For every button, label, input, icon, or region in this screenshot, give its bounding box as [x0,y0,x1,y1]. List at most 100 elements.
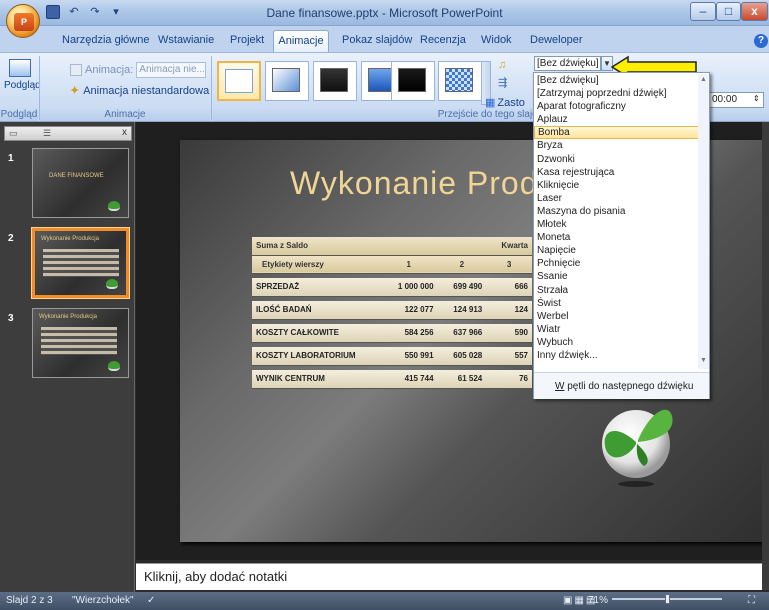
table-cell: 590 [486,324,532,343]
status-theme: "Wierzchołek" [72,595,134,606]
sound-option[interactable]: Bryza [534,139,699,152]
pivot-table[interactable]: Suma z Saldo Kwarta Etykiety wierszy 1 2… [252,237,532,389]
custom-animation-button[interactable]: ✦ Animacja niestandardowa [70,84,210,98]
tab-insert[interactable]: Wstawianie [158,34,214,46]
tab-home[interactable]: Narzędzia główne [62,34,149,46]
table-cell [380,237,438,256]
tab-design[interactable]: Projekt [230,34,264,46]
scroll-up-icon[interactable]: ▲ [700,76,707,83]
vertical-scrollbar[interactable] [762,122,769,590]
sound-option[interactable]: Napięcie [534,244,699,257]
preview-icon [9,59,31,77]
tab-developer[interactable]: Deweloper [530,34,583,46]
transition-fade-black-thumb[interactable] [313,61,357,101]
animation-row: Animacja: Animacja nie... [70,62,207,78]
sound-option[interactable]: Bomba [534,126,699,140]
table-cell: 3 [486,255,532,274]
table-cell: KOSZTY LABORATORIUM [252,347,380,366]
sound-option[interactable]: Aplauz [534,113,699,126]
sound-option[interactable]: Laser [534,192,699,205]
butterfly-icon [108,201,120,211]
table-cell: 605 028 [437,347,487,366]
undo-icon[interactable]: ↶ [67,5,81,19]
office-button[interactable]: P [6,4,40,38]
maximize-button[interactable]: □ [716,2,741,21]
table-cell: 61 524 [437,370,487,389]
tab-view[interactable]: Widok [481,34,512,46]
loop-until-next-sound-option[interactable]: W pętli do następnego dźwięku [538,378,694,394]
slide-thumb-table [43,249,119,277]
sound-option[interactable]: Wiatr [534,323,699,336]
sound-option[interactable]: Maszyna do pisania [534,205,699,218]
sound-option[interactable]: Kliknięcie [534,179,699,192]
slides-tab-icon[interactable]: ▭ [9,128,18,139]
transition-dissolve-thumb[interactable] [438,61,482,101]
custom-animation-label: Animacja niestandardowa [83,84,210,97]
zoom-level[interactable]: 71% [588,595,608,606]
table-cell [437,237,487,256]
save-icon[interactable] [46,5,60,19]
sound-option[interactable]: [Zatrzymaj poprzedni dźwięk] [534,87,699,100]
table-cell: 1 000 000 [380,278,438,297]
slide-title[interactable]: Wykonanie Prod [290,165,539,202]
sound-option[interactable]: Dzwonki [534,153,699,166]
help-icon[interactable]: ? [754,34,768,48]
preview-button[interactable]: Podgląd [4,57,41,107]
tab-slideshow[interactable]: Pokaz slajdów [342,34,412,46]
tab-animations[interactable]: Animacje [273,30,329,54]
sound-option[interactable]: Moneta [534,231,699,244]
table-cell: WYNIK CENTRUM [252,370,380,389]
slide-thumb-title: Wykonanie Produkcja [39,314,97,320]
table-header-row: Suma z Saldo Kwarta [252,237,532,256]
outline-tab-icon[interactable]: ☰ [43,128,51,139]
close-button[interactable]: x [741,2,768,21]
sound-option[interactable]: Inny dźwięk... [534,349,699,362]
fit-slide-icon[interactable]: ⛶ [748,595,755,606]
slide-thumb-table [41,327,117,355]
sound-option[interactable]: Kasa rejestrująca [534,166,699,179]
animation-icon [70,64,82,76]
minimize-button[interactable]: – [690,2,716,21]
sound-option[interactable]: Świst [534,297,699,310]
table-row: SPRZEDAŻ 1 000 000 699 490 666 [252,278,532,297]
sound-dropdown-list[interactable]: [Bez dźwięku] [Zatrzymaj poprzedni dźwięk… [533,72,710,399]
sound-option[interactable]: Aparat fotograficzny [534,100,699,113]
table-row: ILOŚĆ BADAŃ 122 077 124 913 124 [252,301,532,320]
redo-icon[interactable]: ↷ [88,5,102,19]
butterfly-logo-icon [602,409,673,487]
status-bar: Slajd 2 z 3 "Wierzchołek" ✓ ▣▦▤ 71% ⛶ [0,592,769,610]
transition-none-thumb[interactable] [217,61,261,101]
sound-option[interactable]: Strzała [534,284,699,297]
transition-fade-thumb[interactable] [265,61,309,101]
spellcheck-icon[interactable]: ✓ [147,595,155,606]
slide-thumb-title: Wykonanie Produkcja [41,236,99,242]
slide-number: 3 [8,313,14,324]
table-cell: 557 [486,347,532,366]
zoom-slider-thumb[interactable] [665,594,670,604]
sound-option[interactable]: Młotek [534,218,699,231]
sound-option[interactable]: Werbel [534,310,699,323]
spinner-icon[interactable]: ⇕ [753,94,760,103]
group-label-preview: Podgląd [0,109,38,121]
customize-qat-icon[interactable]: ▾ [109,5,123,19]
slide-thumbnail-1[interactable]: DANE FINANSOWE [32,148,129,218]
scroll-down-icon[interactable]: ▼ [700,357,707,364]
sound-option[interactable]: Ssanie [534,270,699,283]
dropdown-scrollbar[interactable]: ▲ ▼ [698,74,709,369]
apply-to-all-button[interactable]: ▦ Zasto [485,96,525,110]
table-cell: Kwarta [486,237,532,256]
tab-review[interactable]: Recenzja [420,34,466,46]
sound-option[interactable]: Pchnięcie [534,257,699,270]
transition-sound-select[interactable]: [Bez dźwięku] [534,56,601,71]
close-pane-icon[interactable]: x [122,127,127,138]
slide-number: 1 [8,153,14,164]
slide-number: 2 [8,233,14,244]
transition-cut-black-thumb[interactable] [391,61,435,101]
slide-thumbnail-3[interactable]: Wykonanie Produkcja [32,308,129,378]
animation-select[interactable]: Animacja nie... [136,62,207,78]
slide-thumbnail-2[interactable]: Wykonanie Produkcja [32,228,129,298]
table-cell: 76 [486,370,532,389]
sound-option[interactable]: Wybuch [534,336,699,349]
notes-pane[interactable]: Kliknij, aby dodać notatki [136,563,762,590]
sound-option[interactable]: [Bez dźwięku] [534,74,699,87]
